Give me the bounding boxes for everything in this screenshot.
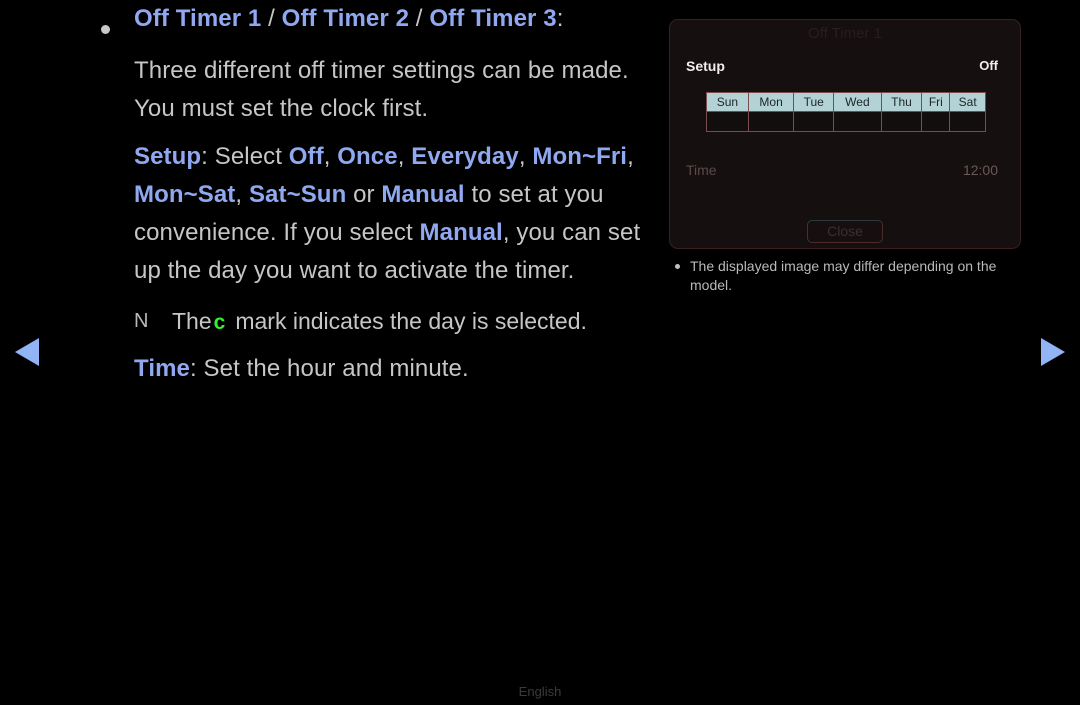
weekday-cell-tue[interactable] — [793, 111, 835, 132]
setup-option-mon-sat: Mon~Sat — [134, 181, 236, 208]
heading-separator-1: / — [261, 5, 282, 32]
setup-comma-4: , — [627, 143, 634, 170]
weekday-cell-mon[interactable] — [747, 111, 795, 132]
off-timer-1-term: Off Timer 1 — [134, 5, 262, 32]
side-note-text: The displayed image may differ depending… — [690, 258, 997, 293]
off-timer-bullet-block: Off Timer 1 / Off Timer 2 / Off Timer 3:… — [0, 0, 660, 290]
osd-setup-row[interactable]: Setup Off — [670, 58, 1020, 82]
setup-description: Setup: Select Off, Once, Everyday, Mon~F… — [134, 138, 660, 290]
setup-option-manual: Manual — [381, 181, 465, 208]
time-term: Time — [134, 355, 190, 382]
setup-option-mon-fri: Mon~Fri — [532, 143, 628, 170]
off-timer-heading: Off Timer 1 / Off Timer 2 / Off Timer 3: — [134, 0, 660, 38]
heading-colon: : — [556, 5, 564, 32]
weekday-cell-sun[interactable] — [706, 111, 749, 132]
weekday-table: Sun Mon Tue Wed Thu Fri Sat — [706, 92, 986, 132]
weekday-header-wed: Wed — [833, 92, 882, 112]
selected-day-note: N Thec mark indicates the day is selected… — [0, 302, 660, 342]
setup-option-everyday: Everyday — [411, 143, 519, 170]
osd-time-label: Time — [686, 162, 717, 178]
page-root: Off Timer 1 / Off Timer 2 / Off Timer 3:… — [0, 0, 1080, 705]
note-marker-icon: N — [134, 310, 149, 332]
osd-setup-value: Off — [979, 58, 998, 73]
note-before-text: The — [172, 308, 212, 334]
weekday-cell-wed[interactable] — [833, 111, 882, 132]
content-column: Off Timer 1 / Off Timer 2 / Off Timer 3:… — [0, 0, 660, 388]
osd-title: Off Timer 1 — [808, 25, 882, 42]
weekday-header-sun: Sun — [706, 92, 749, 112]
note-body: Thec mark indicates the day is selected. — [134, 302, 587, 342]
weekday-header-tue: Tue — [793, 92, 835, 112]
note-after-text: mark indicates the day is selected. — [235, 308, 587, 334]
setup-option-once: Once — [337, 143, 398, 170]
off-timer-3-term: Off Timer 3 — [429, 5, 557, 32]
setup-option-off: Off — [288, 143, 324, 170]
osd-time-row[interactable]: Time 12:00 — [670, 162, 1020, 186]
setup-comma-3: , — [518, 143, 533, 170]
weekday-header-fri: Fri — [921, 92, 951, 112]
heading-separator-2: / — [409, 5, 430, 32]
weekday-cell-sat[interactable] — [949, 111, 986, 132]
side-note-bullet-icon — [675, 264, 680, 269]
weekday-header-sat: Sat — [949, 92, 986, 112]
weekday-header-thu: Thu — [880, 92, 923, 112]
off-timer-description: Three different off timer settings can b… — [134, 57, 629, 122]
time-description: Time: Set the hour and minute. — [134, 350, 660, 388]
bullet-dot-icon — [101, 25, 110, 34]
time-block: Time: Set the hour and minute. — [0, 350, 660, 388]
setup-comma-2: , — [397, 143, 412, 170]
off-timer-osd-panel: Off Timer 1 Setup Off Sun Mon Tue Wed Th… — [669, 19, 1021, 249]
weekday-cell-fri[interactable] — [921, 111, 951, 132]
setup-term: Setup — [134, 143, 202, 170]
next-page-arrow-icon[interactable] — [1041, 338, 1065, 366]
model-disclaimer-note: The displayed image may differ depending… — [669, 257, 1021, 295]
osd-setup-label: Setup — [686, 58, 725, 74]
weekday-selection-row — [706, 111, 986, 132]
weekday-cell-thu[interactable] — [880, 111, 923, 132]
setup-comma-1: , — [323, 143, 338, 170]
language-label: English — [518, 684, 562, 699]
weekday-header-row: Sun Mon Tue Wed Thu Fri Sat — [706, 92, 986, 112]
check-mark-icon: c — [213, 311, 226, 334]
weekday-header-mon: Mon — [747, 92, 795, 112]
setup-comma-5: , — [235, 181, 249, 208]
setup-option-sat-sun: Sat~Sun — [248, 181, 347, 208]
time-desc-text: : Set the hour and minute. — [189, 355, 469, 382]
osd-close-button[interactable]: Close — [807, 220, 883, 243]
setup-select-text: : Select — [201, 143, 289, 170]
setup-manual-reference: Manual — [419, 219, 503, 246]
osd-time-value: 12:00 — [962, 162, 998, 178]
off-timer-2-term: Off Timer 2 — [281, 5, 410, 32]
setup-or-text: or — [346, 181, 382, 208]
